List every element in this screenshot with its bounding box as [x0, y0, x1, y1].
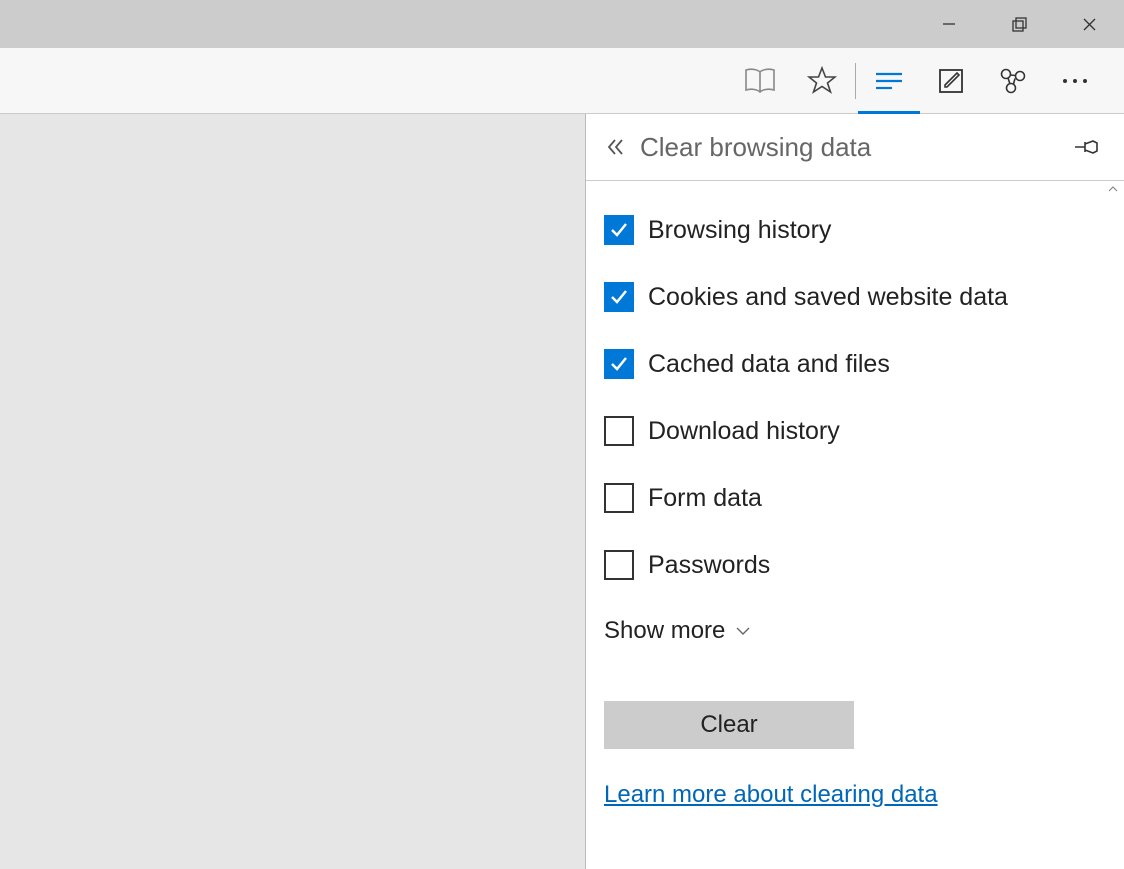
book-icon [744, 66, 776, 96]
checkbox-label: Cached data and files [648, 350, 890, 379]
checkbox-row[interactable]: Download history [604, 416, 1106, 446]
check-icon [609, 220, 629, 240]
window-controls [914, 0, 1124, 48]
scroll-up-icon[interactable] [1108, 185, 1120, 197]
panel-body: Browsing history Cookies and saved websit… [586, 181, 1124, 869]
check-icon [609, 287, 629, 307]
hub-icon [874, 70, 904, 92]
web-notes-button[interactable] [920, 48, 982, 114]
checkbox-label: Download history [648, 417, 840, 446]
panel-title: Clear browsing data [640, 132, 871, 163]
reading-view-button[interactable] [729, 48, 791, 114]
checkbox[interactable] [604, 349, 634, 379]
hub-button[interactable] [858, 48, 920, 114]
checkbox-label: Passwords [648, 551, 770, 580]
share-icon [998, 66, 1028, 96]
star-icon [807, 66, 837, 96]
checkbox-row[interactable]: Cached data and files [604, 349, 1106, 379]
clear-button-label: Clear [700, 711, 757, 739]
browser-toolbar [0, 48, 1124, 114]
checkbox-row[interactable]: Passwords [604, 550, 1106, 580]
checkbox-row[interactable]: Form data [604, 483, 1106, 513]
chevron-left-double-icon [606, 137, 626, 157]
settings-panel: Clear browsing data Browsing history Cook… [586, 114, 1124, 869]
content-area: Clear browsing data Browsing history Cook… [0, 114, 1124, 869]
page-background [0, 114, 586, 869]
pin-button[interactable] [1066, 127, 1106, 167]
show-more-toggle[interactable]: Show more [604, 617, 1106, 645]
checkbox[interactable] [604, 483, 634, 513]
chevron-down-icon [735, 626, 751, 636]
checkbox-label: Cookies and saved website data [648, 283, 1008, 312]
checkbox-row[interactable]: Cookies and saved website data [604, 282, 1106, 312]
checkbox[interactable] [604, 550, 634, 580]
close-icon [1082, 17, 1097, 32]
share-button[interactable] [982, 48, 1044, 114]
note-icon [937, 67, 965, 95]
more-button[interactable] [1044, 48, 1106, 114]
checkbox[interactable] [604, 215, 634, 245]
checkbox[interactable] [604, 282, 634, 312]
pin-icon [1073, 138, 1099, 156]
minimize-icon [942, 17, 956, 31]
checkbox-label: Browsing history [648, 216, 831, 245]
favorites-button[interactable] [791, 48, 853, 114]
show-more-label: Show more [604, 617, 725, 645]
checkbox[interactable] [604, 416, 634, 446]
learn-more-link[interactable]: Learn more about clearing data [604, 781, 938, 808]
clear-button[interactable]: Clear [604, 701, 854, 749]
checkbox-label: Form data [648, 484, 762, 513]
checkbox-row[interactable]: Browsing history [604, 215, 1106, 245]
back-button[interactable] [596, 127, 636, 167]
minimize-button[interactable] [914, 0, 984, 48]
more-icon [1062, 78, 1088, 84]
close-button[interactable] [1054, 0, 1124, 48]
check-icon [609, 354, 629, 374]
toolbar-separator [855, 63, 856, 99]
maximize-button[interactable] [984, 0, 1054, 48]
maximize-icon [1012, 17, 1027, 32]
panel-header: Clear browsing data [586, 114, 1124, 181]
window-titlebar [0, 0, 1124, 48]
